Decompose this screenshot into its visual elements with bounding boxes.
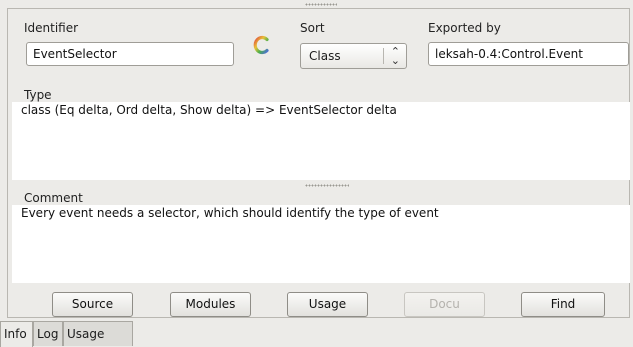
usage-button[interactable]: Usage — [287, 292, 368, 317]
combobox-separator — [383, 48, 384, 64]
identifier-label: Identifier — [24, 21, 79, 35]
docu-button: Docu — [404, 292, 485, 317]
refresh-icon[interactable] — [252, 34, 272, 56]
type-text-area[interactable]: class (Eq delta, Ord delta, Show delta) … — [12, 102, 630, 180]
sort-combobox-value: Class — [309, 49, 341, 63]
sort-combobox[interactable]: Class ⌃ ⌄ — [300, 43, 407, 69]
tab-usage[interactable]: Usage — [63, 321, 133, 346]
pane-resize-grip[interactable] — [305, 184, 349, 187]
type-label: Type — [24, 88, 52, 102]
find-button[interactable]: Find — [521, 292, 605, 317]
tab-info[interactable]: Info — [0, 321, 33, 347]
type-text: class (Eq delta, Ord delta, Show delta) … — [21, 103, 397, 117]
exported-by-label: Exported by — [428, 21, 501, 35]
identifier-field[interactable]: EventSelector — [26, 42, 234, 66]
comment-text: Every event needs a selector, which shou… — [21, 206, 439, 220]
tab-log[interactable]: Log — [33, 321, 63, 346]
top-resize-grip[interactable] — [305, 3, 337, 6]
modules-button[interactable]: Modules — [170, 292, 251, 317]
comment-text-area[interactable]: Every event needs a selector, which shou… — [12, 205, 630, 283]
sort-label: Sort — [300, 21, 325, 35]
up-down-arrows-icon: ⌃ ⌄ — [390, 45, 400, 67]
exported-by-field[interactable]: leksah-0.4:Control.Event — [428, 42, 629, 66]
comment-label: Comment — [24, 191, 83, 205]
source-button[interactable]: Source — [52, 292, 133, 317]
